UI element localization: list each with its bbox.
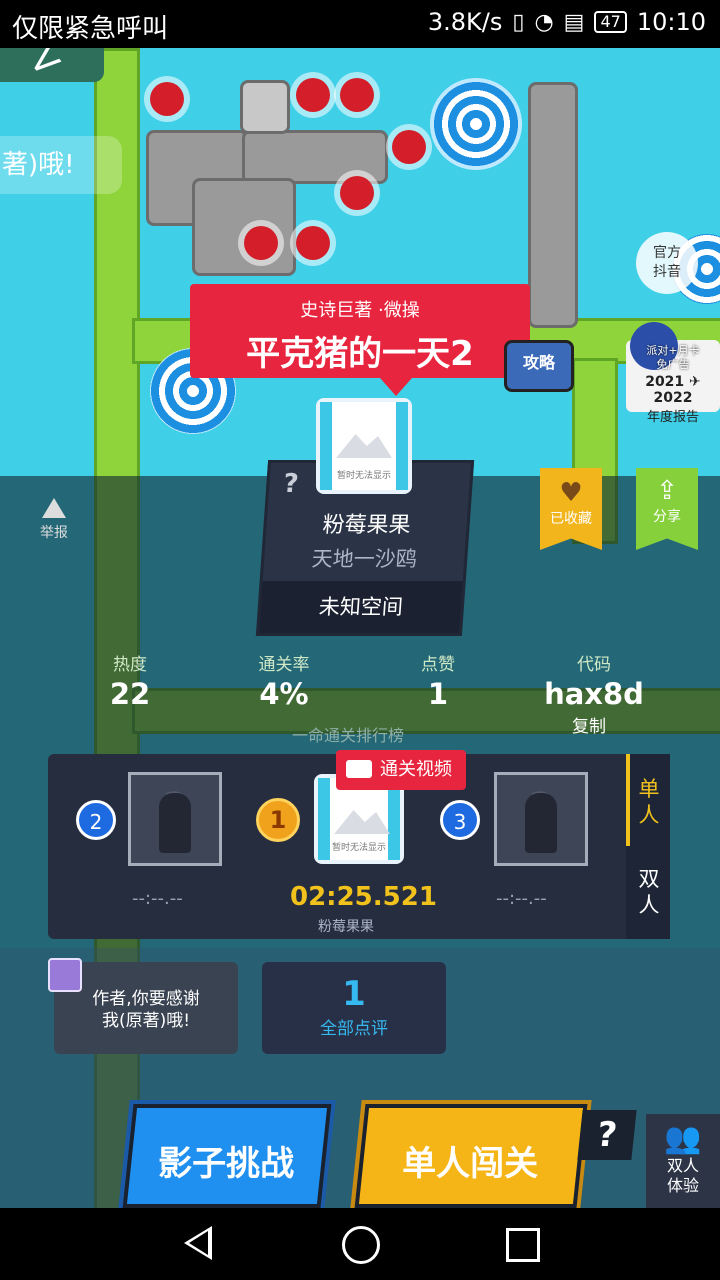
rank-1-badge: 1 [256,798,300,842]
status-bar: 仅限紧急呼叫 3.8K/s ▯ ◔ ▤ 47 10:10 [0,0,720,48]
report-card-label: 年度报告 [646,410,699,425]
all-reviews-button[interactable]: 1 全部点评 [262,962,446,1054]
rank-2-badge: 2 [76,800,116,840]
leaderboard-title: 一命通关排行榜 [292,726,405,745]
spike-ball [244,226,278,260]
nav-home-icon[interactable] [342,1226,380,1264]
strategy-label: 攻略 [522,353,555,372]
all-reviews-label: 全部点评 [320,1019,388,1039]
stone-block [242,130,388,184]
stat-value: hax8d [544,677,644,711]
report-card-years: 2021 ✈ 2022 [645,374,701,406]
clear-video-button[interactable]: 通关视频 [336,750,466,790]
stat-label: 热度 [113,655,147,675]
rank-1-time: 02:25.521 [290,882,437,912]
avatar-caption: 暂时无法显示 [336,471,391,481]
duo-experience-button[interactable]: 👥 双人 体验 [646,1114,720,1208]
copy-code-button[interactable]: 复制 [572,712,606,737]
share-button[interactable]: ⇪ 分享 [636,468,698,550]
single-play-label: 单人闯关 [402,1144,539,1184]
level-title-banner: 史诗巨著 ·微操 平克猪的一天2 [190,284,530,396]
report-button[interactable]: 举报 [36,498,72,542]
collect-button[interactable]: ♥ 已收藏 [540,468,602,550]
image-placeholder-icon [336,434,392,458]
stat-clear-rate: 通关率 4% [246,650,322,711]
stat-label: 通关率 [258,655,310,675]
sim-icon: ▤ [563,9,585,35]
official-douyin-button[interactable]: 官方 抖音 [636,232,698,294]
comment-text: 作者,你要感谢 我(原著)哦! [92,989,200,1031]
help-button[interactable]: ? [577,1110,637,1160]
image-placeholder-icon [334,810,390,834]
rank-3-time: --:--.-- [496,888,547,909]
nav-back-icon[interactable] [184,1226,212,1260]
network-speed: 3.8K/s [427,8,503,36]
rank-3-badge: 3 [440,800,480,840]
spike-ball [340,78,374,112]
review-count: 1 [342,974,366,1014]
battery-icon: 47 [594,11,627,33]
report-card-mid: 免广告 [656,358,690,371]
rank-2-avatar[interactable]: ? [128,772,222,866]
clock: 10:10 [636,8,706,36]
shadow-challenge-button[interactable]: 影子挑战 [122,1104,332,1208]
stone-block [240,80,290,134]
vibrate-icon: ▯ [512,9,525,35]
wifi-icon: ◔ [534,9,554,35]
leaderboard-tabs: 单人 双人 [626,754,670,939]
tab-duo[interactable]: 双人 [632,866,666,918]
active-tab-indicator [626,754,630,846]
duo-label: 双人 体验 [666,1156,699,1195]
carrier-text: 仅限紧急呼叫 [12,14,169,44]
heart-icon: ♥ [559,478,583,508]
commenter-avatar-icon [48,958,82,992]
strategy-tv-button[interactable]: 攻略 [504,340,574,392]
spike-ball [296,78,330,112]
report-label: 举报 [40,525,68,541]
share-icon: ⇪ [656,476,678,506]
level-title: 平克猪的一天2 [246,334,474,374]
stat-value: 1 [427,677,449,711]
spike-ball [392,130,426,164]
clear-video-label: 通关视频 [380,759,452,780]
stone-pillar [528,82,578,328]
tab-single[interactable]: 单人 [632,776,666,828]
question-icon: ? [282,469,300,499]
stat-heat: 热度 22 [100,650,160,711]
spike-ball [296,226,330,260]
bunny-silhouette-icon [159,793,191,853]
annual-report-button[interactable]: 派对+月卡 免广告 2021 ✈ 2022 年度报告 [626,322,720,425]
share-label: 分享 [653,509,681,525]
rank-1-name: 粉莓果果 [318,919,374,935]
author-space: 未知空间 [259,581,463,633]
video-camera-icon [346,760,372,778]
rank-3-avatar[interactable]: ? [494,772,588,866]
stat-label: 代码 [577,655,611,675]
author-name: 粉莓果果 [321,513,412,538]
swirl-portal [430,78,522,170]
rank-2-time: --:--.-- [132,888,183,909]
bunny-silhouette-icon [525,793,557,853]
nav-recents-icon[interactable] [506,1228,540,1262]
collect-label: 已收藏 [550,511,592,527]
author-avatar[interactable]: 暂时无法显示 [316,398,412,494]
side-chat-bubble[interactable]: 著)哦! [0,136,122,194]
warning-icon [42,498,66,518]
two-people-icon: 👥 [664,1121,702,1156]
level-subtitle: 史诗巨著 ·微操 [300,300,420,321]
stone-block [192,178,296,276]
official-douyin-label: 官方 抖音 [653,245,681,280]
avatar-caption: 暂时无法显示 [331,843,386,853]
shadow-challenge-label: 影子挑战 [158,1144,295,1184]
stat-likes: 点赞 1 [408,650,468,711]
stat-value: 4% [259,677,309,711]
game-screen: 仅限紧急呼叫 3.8K/s ▯ ◔ ▤ 47 10:10 < 著)哦! 史诗巨著… [0,0,720,1280]
spike-ball [150,82,184,116]
stat-code: 代码 hax8d [544,650,644,711]
spike-ball [340,176,374,210]
stat-label: 点赞 [421,655,455,675]
author-subtitle: 天地一沙鸥 [310,547,418,571]
stat-value: 22 [109,677,151,711]
single-play-button[interactable]: 单人闯关 [354,1104,588,1208]
